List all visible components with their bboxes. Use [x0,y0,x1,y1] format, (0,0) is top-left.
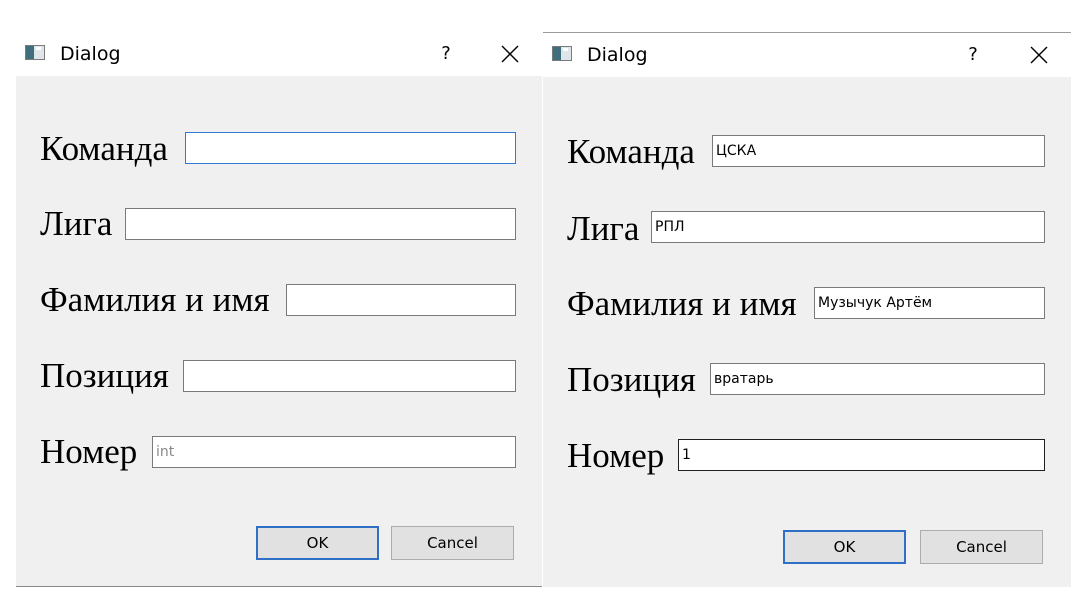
label-league: Лига [40,204,113,243]
help-button[interactable]: ? [431,40,461,68]
label-team: Команда [40,129,168,168]
label-number: Номер [40,432,138,471]
team-input[interactable] [712,135,1045,167]
label-number: Номер [567,436,665,475]
dialog-window-right: Dialog ? Команда Лига Фамилия и имя Пози… [543,32,1071,587]
close-icon [501,45,519,63]
window-title: Dialog [60,43,121,65]
position-input[interactable] [183,360,516,392]
window-app-icon [552,46,572,61]
label-full-name: Фамилия и имя [40,280,270,319]
label-team: Команда [567,132,695,171]
full-name-input[interactable] [814,287,1045,319]
league-input[interactable] [125,208,516,240]
dialog-window-left: Dialog ? Команда Лига Фамилия и имя Пози… [16,32,542,587]
cancel-button[interactable]: Cancel [391,526,514,560]
title-bar: Dialog ? [543,33,1071,77]
label-position: Позиция [40,356,169,395]
close-button[interactable] [492,40,528,68]
number-input[interactable] [678,439,1045,471]
cancel-button[interactable]: Cancel [920,530,1043,564]
league-input[interactable] [651,211,1045,243]
window-app-icon [25,45,45,60]
team-input[interactable] [185,132,516,164]
label-full-name: Фамилия и имя [567,284,797,323]
ok-button[interactable]: OK [783,530,906,564]
close-button[interactable] [1021,41,1057,69]
window-title: Dialog [587,44,648,66]
help-button[interactable]: ? [958,41,988,69]
label-league: Лига [567,209,640,248]
number-input[interactable] [152,436,516,468]
title-bar: Dialog ? [16,32,542,76]
full-name-input[interactable] [286,284,516,316]
label-position: Позиция [567,360,696,399]
position-input[interactable] [710,363,1045,395]
close-icon [1030,46,1048,64]
ok-button[interactable]: OK [256,526,379,560]
